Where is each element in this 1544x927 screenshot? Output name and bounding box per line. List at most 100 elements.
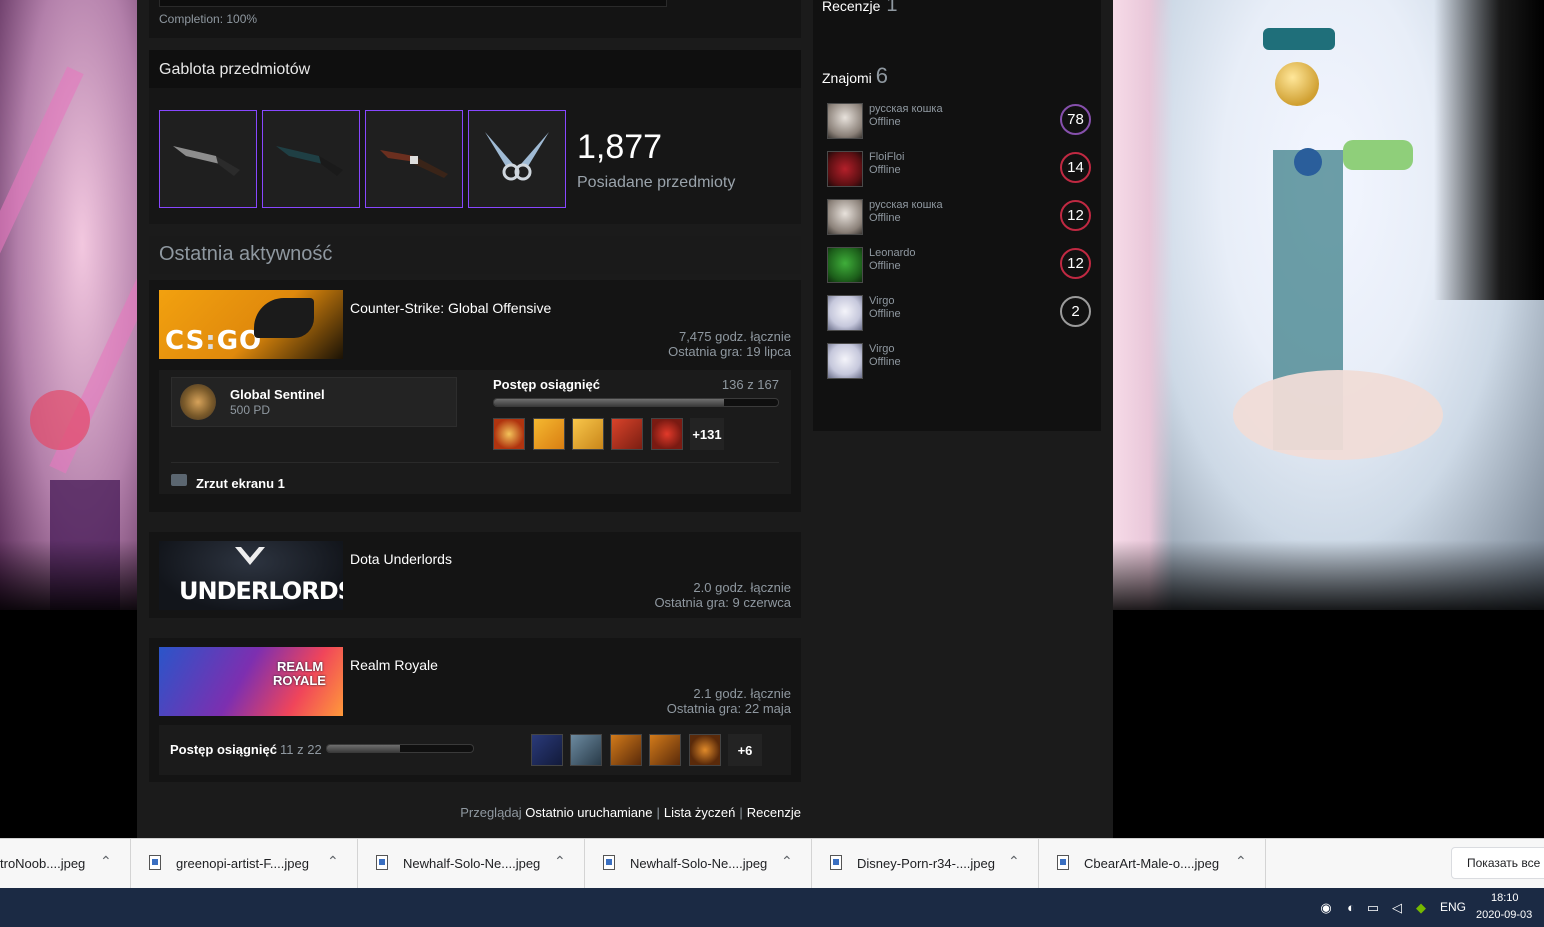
more-achievements[interactable]: +131 (690, 418, 724, 450)
friend-name[interactable]: FloiFloi (869, 151, 904, 163)
more-achievements[interactable]: +6 (728, 734, 762, 766)
divider (171, 462, 779, 463)
friend-name[interactable]: русская кошка (869, 103, 943, 115)
friend-item[interactable]: FloiFloi Offline 14 (827, 148, 1091, 188)
download-filename[interactable]: Newhalf-Solo-Ne....jpeg (403, 856, 540, 871)
reviews-footer-link[interactable]: Recenzje (747, 805, 801, 820)
achievement-progress-label[interactable]: Postęp osiągnięć (170, 742, 277, 757)
friend-item[interactable]: Leonardo Offline 12 (827, 244, 1091, 284)
knife-flip-icon (380, 150, 448, 178)
achievement-progress-fill (494, 399, 725, 406)
avatar[interactable] (827, 343, 863, 379)
avatar[interactable] (827, 151, 863, 187)
screenshots-link[interactable]: Zrzut ekranu 1 (196, 476, 285, 491)
game-name[interactable]: Dota Underlords (350, 551, 452, 567)
avatar[interactable] (827, 199, 863, 235)
achievement-icon[interactable] (493, 418, 525, 450)
file-icon (376, 855, 388, 870)
game-activity-item: UNDERLORDS Dota Underlords 2.0 godz. łąc… (149, 532, 801, 618)
chevron-up-icon[interactable]: ⌃ (1235, 853, 1247, 870)
file-icon (1057, 855, 1069, 870)
achievement-icon[interactable] (651, 418, 683, 450)
friend-name[interactable]: русская кошка (869, 199, 943, 211)
steam-icon[interactable]: ◐ (1343, 900, 1359, 916)
achievement-panel: Postęp osiągnięć 11 z 22 +6 (159, 725, 791, 775)
achievement-icon[interactable] (610, 734, 642, 766)
file-icon (603, 855, 615, 870)
reviews-link[interactable]: Recenzje 1 (822, 0, 898, 17)
game-name[interactable]: Realm Royale (350, 657, 438, 673)
friend-item[interactable]: Virgo Offline (827, 340, 1091, 380)
separator: | (739, 805, 743, 820)
profile-footer-links: Przeglądaj Ostatnio uruchamiane | Lista ży… (460, 805, 801, 820)
background-artwork-right (1113, 0, 1544, 610)
showcase-item-slot[interactable] (468, 110, 566, 208)
friend-status: Offline (869, 308, 901, 320)
download-item[interactable]: Disney-Porn-r34-....jpeg ⌃ (812, 839, 1039, 889)
game-capsule-csgo[interactable]: CS:GO (159, 290, 343, 359)
friend-item[interactable]: Virgo Offline 2 (827, 292, 1091, 332)
game-activity-item: REALM ROYALE Realm Royale 2.1 godz. łącz… (149, 638, 801, 782)
chevron-up-icon[interactable]: ⌃ (554, 853, 566, 870)
showcase-count-label: Posiadane przedmioty (577, 174, 736, 191)
achievement-icon[interactable] (531, 734, 563, 766)
game-name[interactable]: Counter-Strike: Global Offensive (350, 300, 551, 316)
friend-item[interactable]: русская кошка Offline 12 (827, 196, 1091, 236)
chevron-up-icon[interactable]: ⌃ (327, 853, 339, 870)
showcase-item-slot[interactable] (159, 110, 257, 208)
game-capsule-underlords[interactable]: UNDERLORDS (159, 541, 343, 610)
friend-item[interactable]: русская кошка Offline 78 (827, 100, 1091, 140)
achievement-icon[interactable] (689, 734, 721, 766)
showcase-item-count: 1,877 (577, 128, 663, 166)
achievement-icon[interactable] (611, 418, 643, 450)
friend-name[interactable]: Virgo (869, 343, 894, 355)
knife-shadow-daggers-icon (485, 132, 549, 181)
avatar[interactable] (827, 103, 863, 139)
avatar[interactable] (827, 295, 863, 331)
download-item[interactable]: greenopi-artist-F....jpeg ⌃ (131, 839, 358, 889)
achievement-icon[interactable] (533, 418, 565, 450)
recently-played-link[interactable]: Ostatnio uruchamiane (525, 805, 652, 820)
friend-status: Offline (869, 116, 901, 128)
friend-status: Offline (869, 164, 901, 176)
clock-time[interactable]: 18:10 (1491, 892, 1519, 904)
download-item[interactable]: CbearArt-Male-o....jpeg ⌃ (1039, 839, 1266, 889)
download-item[interactable]: troNoob....jpeg ⌃ (0, 839, 131, 889)
achievement-icon[interactable] (570, 734, 602, 766)
wishlist-link[interactable]: Lista życzeń (664, 805, 736, 820)
friends-link[interactable]: Znajomi 6 (822, 63, 888, 89)
badge-xp: 500 PD (230, 403, 271, 417)
achievement-icon[interactable] (572, 418, 604, 450)
friend-name[interactable]: Virgo (869, 295, 894, 307)
game-capsule-realm-royale[interactable]: REALM ROYALE (159, 647, 343, 716)
discord-icon[interactable]: ◉ (1318, 900, 1334, 916)
chevron-up-icon[interactable]: ⌃ (781, 853, 793, 870)
achievement-icon[interactable] (649, 734, 681, 766)
avatar[interactable] (827, 247, 863, 283)
browse-label: Przeglądaj (460, 805, 522, 820)
show-all-downloads-button[interactable]: Показать все (1451, 847, 1544, 879)
download-filename[interactable]: Disney-Porn-r34-....jpeg (857, 856, 995, 871)
network-icon[interactable]: ▭ (1365, 900, 1381, 916)
download-item[interactable]: Newhalf-Solo-Ne....jpeg ⌃ (358, 839, 585, 889)
achievement-progress-label[interactable]: Postęp osiągnięć (493, 377, 600, 392)
language-indicator[interactable]: ENG (1440, 900, 1466, 914)
download-filename[interactable]: CbearArt-Male-o....jpeg (1084, 856, 1219, 871)
showcase-item-slot[interactable] (365, 110, 463, 208)
download-filename[interactable]: greenopi-artist-F....jpeg (176, 856, 309, 871)
friend-name[interactable]: Leonardo (869, 247, 916, 259)
showcase-item-slot[interactable] (262, 110, 360, 208)
clock-date[interactable]: 2020-09-03 (1476, 909, 1532, 921)
achievement-progress-bar (493, 398, 779, 407)
game-last-played: Ostatnia gra: 9 czerwca (654, 595, 791, 610)
achievement-progress-fill (327, 745, 400, 752)
friend-status: Offline (869, 212, 901, 224)
chevron-up-icon[interactable]: ⌃ (100, 853, 112, 870)
download-filename[interactable]: troNoob....jpeg (0, 856, 85, 871)
volume-icon[interactable]: ◁ (1389, 900, 1405, 916)
download-filename[interactable]: Newhalf-Solo-Ne....jpeg (630, 856, 767, 871)
download-item[interactable]: Newhalf-Solo-Ne....jpeg ⌃ (585, 839, 812, 889)
chevron-up-icon[interactable]: ⌃ (1008, 853, 1020, 870)
nvidia-icon[interactable]: ◆ (1413, 900, 1429, 916)
game-badge[interactable]: Global Sentinel 500 PD (171, 377, 457, 427)
